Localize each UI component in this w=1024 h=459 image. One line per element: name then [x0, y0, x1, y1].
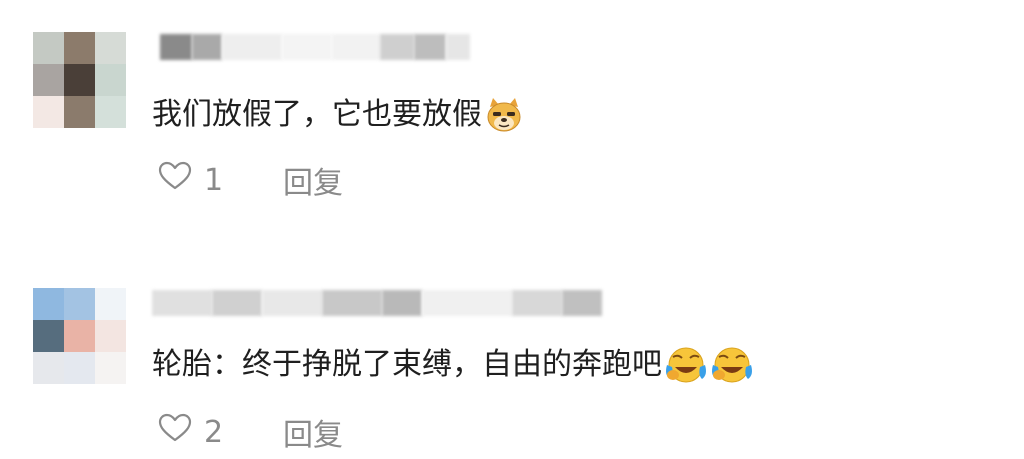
avatar-pixel — [33, 32, 64, 64]
reply-button[interactable]: 回复 — [283, 158, 343, 202]
avatar-pixel — [64, 288, 95, 320]
like-count: 2 — [204, 414, 224, 450]
avatar-pixel — [95, 32, 126, 64]
blur-block — [382, 290, 422, 316]
avatar-pixel — [33, 64, 64, 96]
avatar-pixel — [95, 96, 126, 128]
reply-button[interactable]: 回复 — [283, 410, 343, 454]
like-button[interactable]: 2 — [158, 413, 223, 451]
comment-actions: 2 回复 — [158, 412, 343, 453]
blur-block — [192, 34, 222, 60]
avatar-pixel — [64, 96, 95, 128]
username-blurred[interactable] — [160, 30, 470, 64]
blur-block — [282, 34, 332, 60]
laugh-cry-emoji-icon — [710, 345, 752, 385]
comment-body: 我们放假了，它也要放假 — [152, 95, 524, 135]
blur-block — [380, 34, 414, 60]
comment-actions: 1 回复 — [158, 160, 343, 201]
blur-block — [262, 290, 322, 316]
blur-block — [446, 34, 470, 60]
avatar-pixel — [33, 352, 64, 384]
avatar-pixel — [64, 320, 95, 352]
heart-icon — [158, 161, 192, 199]
username-blurred[interactable] — [152, 286, 602, 320]
avatar-pixel — [64, 64, 95, 96]
blur-block — [222, 34, 282, 60]
avatar-pixel — [64, 352, 95, 384]
like-button[interactable]: 1 — [158, 161, 223, 199]
avatar-pixel — [95, 288, 126, 320]
avatar-pixel — [33, 320, 64, 352]
avatar[interactable] — [33, 288, 126, 384]
avatar-pixel — [33, 96, 64, 128]
blur-block — [332, 34, 380, 60]
like-count: 1 — [204, 162, 224, 198]
avatar-pixel — [64, 32, 95, 64]
avatar-pixel — [95, 320, 126, 352]
blur-block — [152, 290, 212, 316]
blur-block — [414, 34, 446, 60]
avatar-pixel — [95, 64, 126, 96]
avatar-pixel — [95, 352, 126, 384]
blur-block — [322, 290, 382, 316]
avatar-pixel — [33, 288, 64, 320]
blur-block — [562, 290, 602, 316]
laugh-cry-emoji-icon — [664, 345, 706, 385]
doge-emoji-icon — [484, 95, 524, 135]
comment-body: 轮胎：终于挣脱了束缚，自由的奔跑吧 — [152, 345, 752, 385]
comment-text: 我们放假了，它也要放假 — [152, 97, 482, 132]
blur-block — [422, 290, 512, 316]
blur-block — [512, 290, 562, 316]
heart-icon — [158, 413, 192, 451]
blur-block — [212, 290, 262, 316]
blur-block — [160, 34, 192, 60]
avatar[interactable] — [33, 32, 126, 128]
comment-text: 轮胎：终于挣脱了束缚，自由的奔跑吧 — [152, 347, 662, 382]
